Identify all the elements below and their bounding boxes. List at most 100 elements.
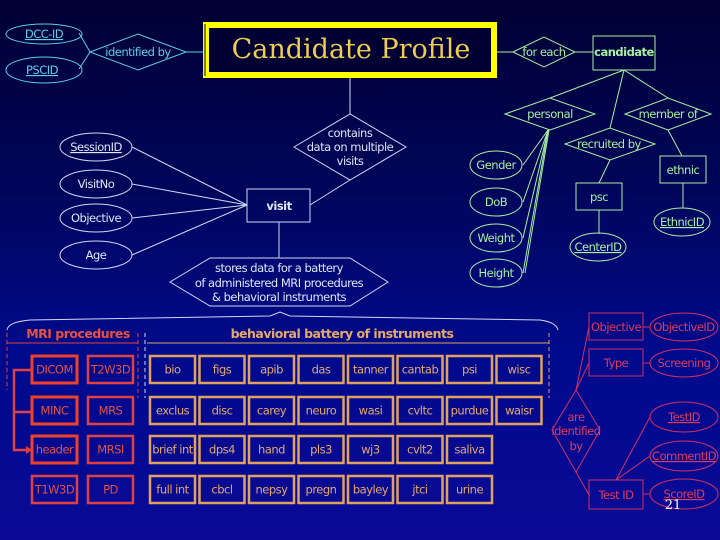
height-label: Height xyxy=(478,266,514,280)
objective-id-label: ObjectiveID xyxy=(653,320,715,334)
visit-to-visit-no xyxy=(131,183,248,206)
personal-to-dob xyxy=(522,129,549,203)
visit-entity-label: visit xyxy=(266,199,292,213)
instrument-label: full int xyxy=(156,483,189,497)
test-id-to-testid xyxy=(615,416,651,481)
instrument-label: exclus xyxy=(156,404,190,418)
behavioral-heading: behavioral battery of instruments xyxy=(231,326,454,341)
instrument-label: nepsy xyxy=(256,483,289,497)
visit-section: contains data on multiple visits visit S… xyxy=(6,78,559,331)
candidate-to-recruited-by xyxy=(609,69,625,129)
recruited-by-to-psc xyxy=(598,159,611,184)
instrument-label: wisc xyxy=(508,363,531,377)
type-to-identified xyxy=(575,362,590,391)
instrument-label: bayley xyxy=(353,483,389,497)
type-entity-label: Type xyxy=(603,356,629,370)
instrument-label: figs xyxy=(213,363,232,377)
mri-procedure-label: T1W3D xyxy=(34,483,75,497)
instrument-label: hand xyxy=(258,443,285,457)
dcc-id-connector xyxy=(78,32,91,53)
mri-procedure-label: MRSI xyxy=(97,443,124,457)
are-identified-by-line-2: identified xyxy=(551,424,600,438)
instrument-label: urine xyxy=(456,483,484,497)
testid-label: TestID xyxy=(667,410,701,424)
objective-to-identified xyxy=(575,326,590,391)
instrument-label: disc xyxy=(212,404,233,418)
instrument-label: saliva xyxy=(454,443,484,457)
ethnic-id-label: EthnicID xyxy=(660,215,705,229)
session-id-label: SessionID xyxy=(70,140,122,154)
er-diagram: Candidate Profile DCC-ID PSCID identifie… xyxy=(5,22,719,513)
comment-id-label: CommentID xyxy=(652,449,717,463)
instrument-label: apib xyxy=(260,363,283,377)
candidate-to-member-of xyxy=(623,69,669,99)
objective-entity-label: Objective xyxy=(591,320,641,334)
instrument-label: pls3 xyxy=(310,443,332,457)
center-id-label: CenterID xyxy=(575,240,623,254)
instrument-label: waisr xyxy=(505,404,534,418)
instrument-label: pregn xyxy=(306,483,337,497)
candidate-keys: DCC-ID PSCID identified by xyxy=(5,23,203,84)
instrument-label: jtci xyxy=(411,483,428,497)
instrument-label: purdue xyxy=(451,404,489,418)
stores-label-line-2: of administered MRI procedures xyxy=(195,276,364,290)
gender-label: Gender xyxy=(476,158,516,172)
are-identified-by-line-3: by xyxy=(569,439,583,453)
candidate-section: for each candidate personal member of re… xyxy=(469,35,713,288)
instrument-label: bio xyxy=(164,363,180,377)
for-each-label: for each xyxy=(522,45,565,59)
candidate-entity-label: candidate xyxy=(594,45,654,59)
pscid-connector xyxy=(78,51,91,70)
identified-to-test-id xyxy=(575,471,590,496)
instrument-label: cvltc xyxy=(408,404,433,418)
personal-to-height-double xyxy=(524,129,550,274)
objective-label: Objective xyxy=(71,211,121,225)
member-of-label: member of xyxy=(639,107,699,121)
instrument-label: wasi xyxy=(359,404,383,418)
page-number: 21 xyxy=(665,498,682,513)
pscid-label: PSCID xyxy=(26,63,59,77)
mri-procedure-label: T2W3D xyxy=(90,363,131,377)
instrument-label: cbcl xyxy=(211,483,232,497)
mri-grid: DICOM T2W3D MINC MRS header MRSI T1W3D PD xyxy=(30,354,135,505)
dob-label: DoB xyxy=(485,195,508,209)
candidate-to-personal xyxy=(549,69,625,99)
instrument-label: das xyxy=(312,363,331,377)
stores-label-line-1: stores data for a battery xyxy=(215,261,344,275)
behavioral-grid: bio figs apib das tanner cantab psi wisc exclus d… xyxy=(148,354,543,505)
visit-no-label: VisitNo xyxy=(78,177,115,191)
instrument-label: brief int xyxy=(152,443,193,457)
mri-procedure-label: MINC xyxy=(41,404,69,418)
contains-label-line-3: visits xyxy=(337,154,364,168)
weight-label: Weight xyxy=(477,231,515,245)
psc-label: psc xyxy=(590,190,608,204)
contains-to-visit xyxy=(309,179,351,206)
visit-to-age xyxy=(131,204,248,256)
mri-procedure-label: PD xyxy=(103,483,118,497)
contains-label-line-1: contains xyxy=(328,126,373,140)
test-id-to-comment-id xyxy=(615,455,651,481)
instrument-meta-section: Objective ObjectiveID Type Screening are… xyxy=(551,312,719,510)
instrument-label: cvlt2 xyxy=(407,443,433,457)
behavioral-section: behavioral battery of instruments bio fig… xyxy=(147,326,550,505)
test-id-entity-label: Test ID xyxy=(597,488,634,502)
instrument-label: carey xyxy=(257,404,287,418)
instrument-label: tanner xyxy=(353,363,389,377)
instrument-label: dps4 xyxy=(209,443,235,457)
personal-label: personal xyxy=(527,107,573,121)
member-of-to-ethnic xyxy=(667,129,683,157)
contains-label-line-2: data on multiple xyxy=(307,140,394,154)
mri-procedures-section: MRI procedures DICOM T2W3D MINC MRS header MR… xyxy=(6,326,146,505)
are-identified-by-line-1: are xyxy=(567,410,585,424)
visit-to-session-id xyxy=(131,146,248,206)
recruited-by-label: recruited by xyxy=(577,137,641,151)
screening-label: Screening xyxy=(658,356,711,370)
identified-by-label: identified by xyxy=(105,45,171,59)
mri-heading: MRI procedures xyxy=(26,326,130,341)
mri-procedure-label: MRS xyxy=(99,404,123,418)
stores-label-line-3: & behavioral instruments xyxy=(212,290,347,304)
personal-attributes: Gender DoB Weight Height xyxy=(469,129,550,288)
age-label: Age xyxy=(86,248,107,262)
visit-to-objective xyxy=(131,204,248,219)
dcc-id-label: DCC-ID xyxy=(25,27,64,41)
